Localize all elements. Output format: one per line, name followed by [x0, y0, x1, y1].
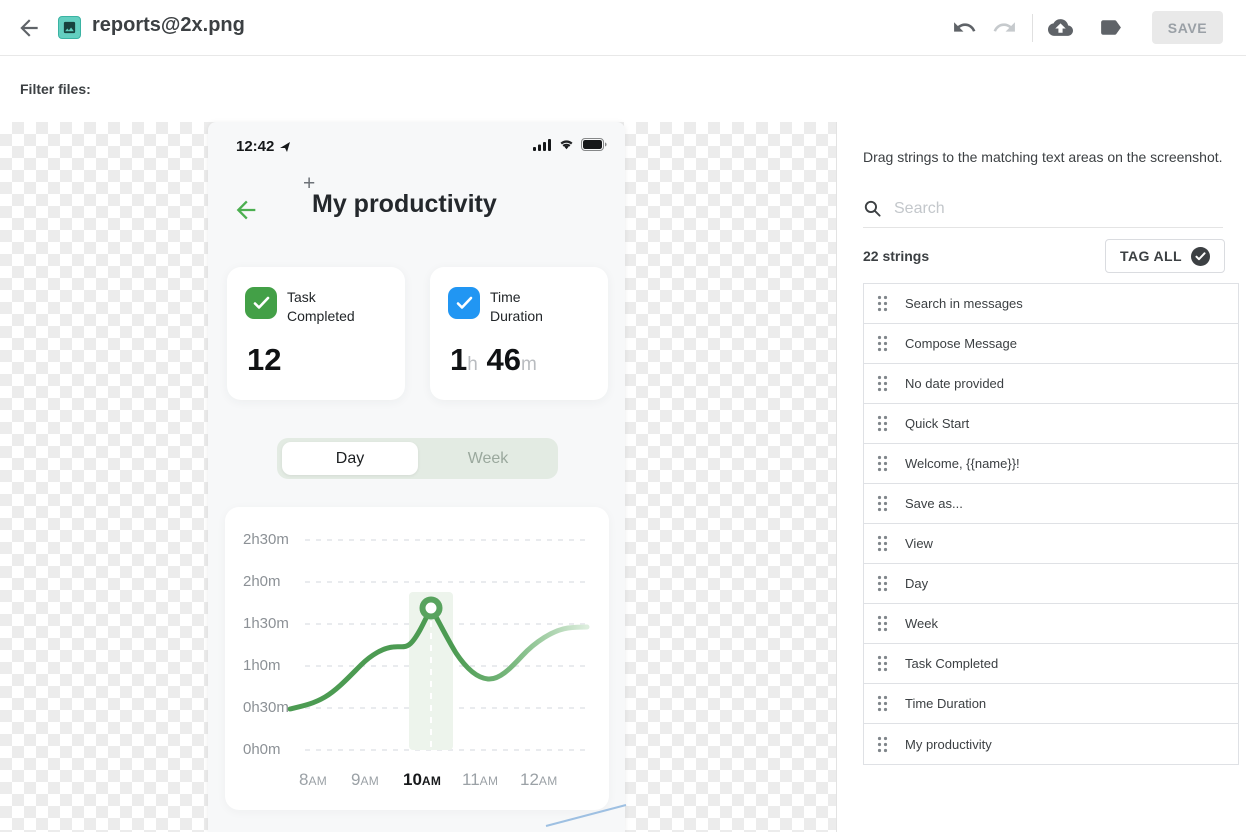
drag-handle-icon[interactable] — [877, 736, 888, 753]
x-tick-10am[interactable]: 10AM — [403, 770, 441, 790]
string-text: Week — [905, 616, 938, 631]
string-row[interactable]: My productivity — [864, 724, 1238, 764]
string-text: No date provided — [905, 376, 1004, 391]
drag-handle-icon[interactable] — [877, 335, 888, 352]
battery-icon — [581, 138, 607, 151]
y-tick: 1h30m — [243, 615, 303, 632]
time-duration-card: Time Duration 1h 46m — [430, 267, 608, 400]
search-field[interactable] — [863, 190, 1223, 228]
toggle-day[interactable]: Day — [282, 442, 418, 475]
workspace: 12:42 + My productivity Task Completed 1… — [0, 122, 1246, 832]
cloud-upload-icon[interactable] — [1048, 15, 1073, 40]
phone-status-bar: 12:42 — [208, 136, 625, 158]
string-row[interactable]: Compose Message — [864, 324, 1238, 364]
string-row[interactable]: Search in messages — [864, 284, 1238, 324]
tag-icon[interactable] — [1098, 15, 1123, 40]
filter-files-label: Filter files: — [20, 81, 91, 97]
string-text: View — [905, 536, 933, 551]
drag-handle-icon[interactable] — [877, 575, 888, 592]
y-tick: 2h0m — [243, 573, 303, 590]
string-text: Time Duration — [905, 696, 986, 711]
drag-handle-icon[interactable] — [877, 295, 888, 312]
phone-back-arrow-icon[interactable] — [232, 196, 260, 224]
redo-icon[interactable] — [992, 15, 1017, 40]
day-week-toggle: Day Week — [277, 438, 558, 479]
string-text: Quick Start — [905, 416, 969, 431]
back-icon[interactable] — [16, 15, 42, 41]
x-tick-11am[interactable]: 11AM — [462, 770, 498, 790]
string-row[interactable]: Save as... — [864, 484, 1238, 524]
string-text: Welcome, {{name}}! — [905, 456, 1020, 471]
string-text: Task Completed — [905, 656, 998, 671]
check-circle-icon — [1191, 247, 1210, 266]
string-text: Day — [905, 576, 928, 591]
app-header: reports@2x.png SAVE — [0, 0, 1246, 56]
strings-panel: Drag strings to the matching text areas … — [836, 122, 1246, 832]
time-duration-label: Time Duration — [490, 288, 543, 326]
search-icon — [863, 199, 882, 218]
string-text: Save as... — [905, 496, 963, 511]
drag-handle-icon[interactable] — [877, 375, 888, 392]
drag-handle-icon[interactable] — [877, 655, 888, 672]
divider — [1032, 14, 1033, 42]
check-icon — [448, 287, 480, 319]
phone-screen-title: My productivity — [312, 190, 497, 219]
search-input[interactable] — [894, 200, 1223, 218]
peak-marker — [423, 600, 440, 617]
task-completed-card: Task Completed 12 — [227, 267, 405, 400]
y-tick: 2h30m — [243, 531, 303, 548]
string-row[interactable]: Day — [864, 564, 1238, 604]
drag-handle-icon[interactable] — [877, 455, 888, 472]
string-row[interactable]: Time Duration — [864, 684, 1238, 724]
task-completed-value: 12 — [247, 342, 281, 378]
filter-bar: Filter files: impact.xml STRINGS 0 CLEAR — [0, 57, 1246, 122]
location-arrow-icon — [279, 141, 291, 153]
string-row[interactable]: Welcome, {{name}}! — [864, 444, 1238, 484]
phone-screenshot[interactable]: 12:42 + My productivity Task Completed 1… — [208, 122, 625, 832]
strings-count-label: 22 strings — [863, 248, 929, 264]
time-duration-value: 1h 46m — [450, 342, 537, 378]
cell-signal-icon — [533, 139, 552, 151]
check-icon — [245, 287, 277, 319]
y-tick: 0h0m — [243, 741, 303, 758]
string-text: Compose Message — [905, 336, 1017, 351]
tag-all-button[interactable]: TAG ALL — [1105, 239, 1225, 273]
string-row[interactable]: Quick Start — [864, 404, 1238, 444]
page-title: reports@2x.png — [92, 14, 245, 37]
status-time: 12:42 — [236, 138, 274, 155]
drag-handle-icon[interactable] — [877, 695, 888, 712]
image-file-icon — [58, 16, 81, 39]
y-tick: 1h0m — [243, 657, 303, 674]
drag-handle-icon[interactable] — [877, 495, 888, 512]
wifi-icon — [558, 139, 575, 151]
string-row[interactable]: Task Completed — [864, 644, 1238, 684]
undo-icon[interactable] — [952, 15, 977, 40]
string-list: Search in messages Compose Message No da… — [863, 283, 1239, 765]
x-tick-12am[interactable]: 12AM — [520, 770, 558, 790]
y-tick: 0h30m — [243, 699, 303, 716]
string-text: Search in messages — [905, 296, 1023, 311]
string-row[interactable]: View — [864, 524, 1238, 564]
string-row[interactable]: Week — [864, 604, 1238, 644]
string-text: My productivity — [905, 737, 992, 752]
drag-handle-icon[interactable] — [877, 415, 888, 432]
drag-handle-icon[interactable] — [877, 535, 888, 552]
x-tick-9am[interactable]: 9AM — [351, 770, 379, 790]
x-tick-8am[interactable]: 8AM — [299, 770, 327, 790]
save-button[interactable]: SAVE — [1152, 11, 1223, 44]
productivity-chart-card: 2h30m 2h0m 1h30m 1h0m 0h30m 0h0m 8AM 9AM… — [225, 507, 609, 810]
panel-instruction: Drag strings to the matching text areas … — [863, 149, 1228, 165]
toggle-week[interactable]: Week — [418, 438, 558, 479]
drag-handle-icon[interactable] — [877, 615, 888, 632]
decorative-blue-line — [544, 802, 628, 828]
task-completed-label: Task Completed — [287, 288, 355, 326]
string-row[interactable]: No date provided — [864, 364, 1238, 404]
